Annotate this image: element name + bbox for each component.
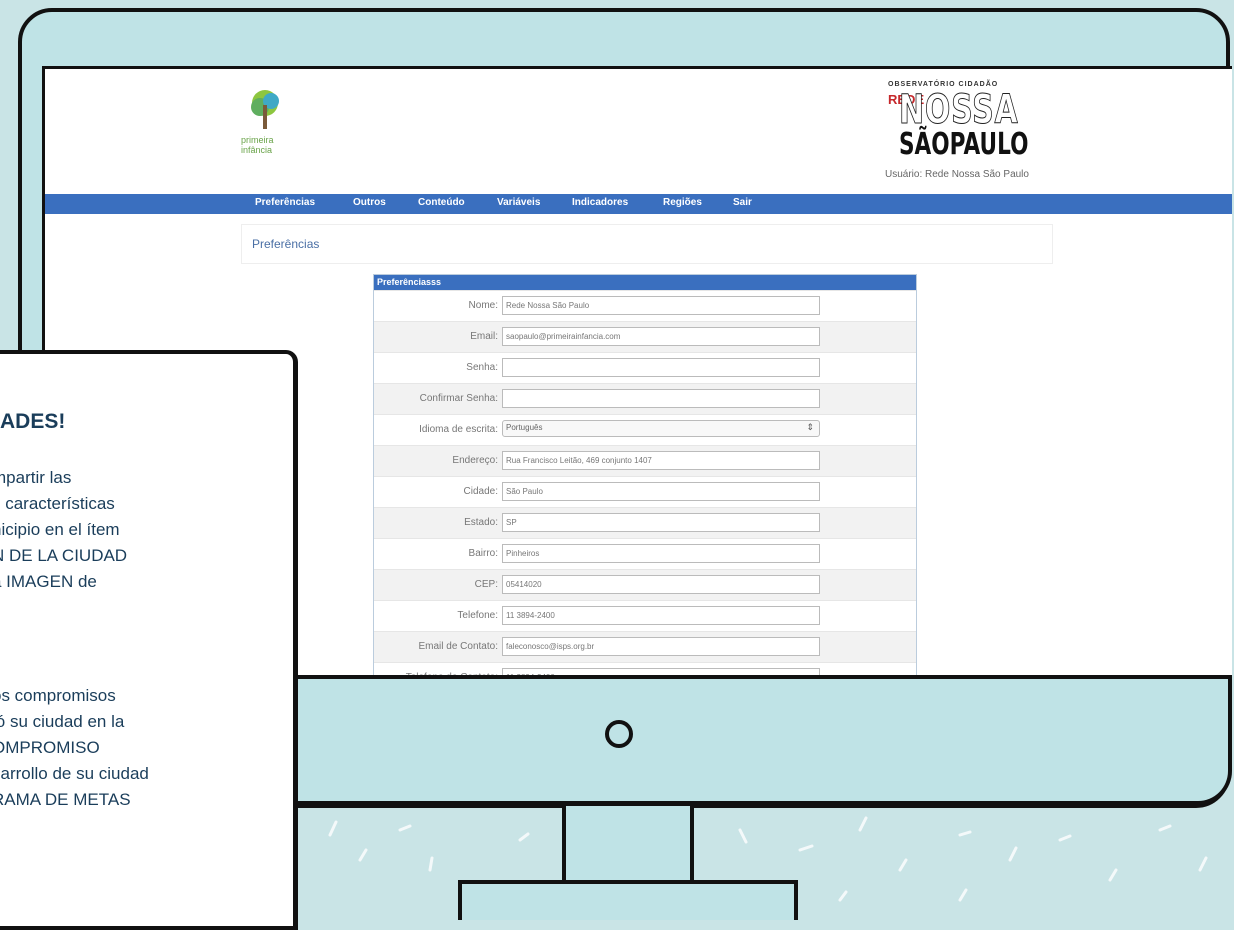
- logo-line-2: infância: [241, 145, 273, 155]
- label-idioma: Idioma de escrita:: [419, 424, 498, 435]
- form-row-cidade: Cidade: São Paulo: [374, 476, 916, 507]
- callout-line: nicipio en el ítem: [0, 520, 120, 539]
- label-endereco: Endereço:: [452, 455, 498, 466]
- logo-sao-paulo: SÃOPAULO: [899, 127, 1029, 162]
- breadcrumb[interactable]: Preferências: [252, 237, 319, 251]
- callout-line: ió su ciudad en la: [0, 712, 125, 731]
- form-row-telefone: Telefone: 11 3894-2400: [374, 600, 916, 631]
- form-row-endereco: Endereço: Rua Francisco Leitão, 469 conj…: [374, 445, 916, 476]
- input-estado[interactable]: SP: [502, 513, 820, 532]
- callout-line: OMPROMISO: [0, 738, 100, 757]
- label-bairro: Bairro:: [468, 548, 498, 559]
- form-row-email-contato: Email de Contato: faleconosco@isps.org.b…: [374, 631, 916, 662]
- preferences-form: Preferênciasss Nome: Rede Nossa São Paul…: [373, 274, 917, 686]
- input-senha[interactable]: [502, 358, 820, 377]
- form-row-bairro: Bairro: Pinheiros: [374, 538, 916, 569]
- form-row-cep: CEP: 05414020: [374, 569, 916, 600]
- nav-outros[interactable]: Outros: [353, 197, 386, 208]
- main-nav: Preferências Outros Conteúdo Variáveis I…: [45, 194, 1232, 214]
- label-cep: CEP:: [474, 579, 498, 590]
- label-senha: Senha:: [466, 362, 498, 373]
- label-estado: Estado:: [464, 517, 498, 528]
- input-cep[interactable]: 05414020: [502, 575, 820, 594]
- monitor-chin: [292, 675, 1232, 805]
- logo-text: primeira infância: [241, 135, 274, 155]
- form-row-email: Email: saopaulo@primeirainfancia.com: [374, 321, 916, 352]
- nav-variaveis[interactable]: Variáveis: [497, 197, 540, 208]
- primeira-infancia-logo[interactable]: primeira infância: [241, 89, 301, 169]
- callout-line: RAMA DE METAS: [0, 790, 131, 809]
- label-telefone: Telefone:: [457, 610, 498, 621]
- breadcrumb-box: Preferências: [241, 224, 1053, 264]
- callout-line: s características: [0, 494, 115, 513]
- nav-regioes[interactable]: Regiões: [663, 197, 702, 208]
- callout-title: ADES!: [0, 410, 66, 433]
- nav-indicadores[interactable]: Indicadores: [572, 197, 628, 208]
- input-endereco[interactable]: Rua Francisco Leitão, 469 conjunto 1407: [502, 451, 820, 470]
- input-cidade[interactable]: São Paulo: [502, 482, 820, 501]
- nav-preferencias[interactable]: Preferências: [255, 197, 315, 208]
- form-row-senha: Senha:: [374, 352, 916, 383]
- logo-rede: REDE: [888, 92, 925, 107]
- nav-conteudo[interactable]: Conteúdo: [418, 197, 465, 208]
- label-confirmar-senha: Confirmar Senha:: [419, 393, 498, 404]
- form-row-idioma: Idioma de escrita: Português ⇕: [374, 414, 916, 445]
- label-email-contato: Email de Contato:: [418, 641, 499, 652]
- callout-line: os compromisos: [0, 686, 116, 705]
- form-row-confirmar-senha: Confirmar Senha:: [374, 383, 916, 414]
- user-label: Usuário: Rede Nossa São Paulo: [885, 169, 1029, 180]
- form-row-estado: Estado: SP: [374, 507, 916, 538]
- monitor-stand-base: [458, 880, 798, 920]
- input-email-contato[interactable]: faleconosco@isps.org.br: [502, 637, 820, 656]
- input-nome[interactable]: Rede Nossa São Paulo: [502, 296, 820, 315]
- nav-sair[interactable]: Sair: [733, 197, 752, 208]
- callout-line: a IMAGEN de: [0, 572, 97, 591]
- input-telefone[interactable]: 11 3894-2400: [502, 606, 820, 625]
- select-arrow-icon: ⇕: [806, 422, 814, 432]
- input-confirmar-senha[interactable]: [502, 389, 820, 408]
- callout-line: sarrollo de su ciudad: [0, 764, 149, 783]
- info-callout: ADES! mpartir las s características nici…: [0, 350, 298, 930]
- label-cidade: Cidade:: [463, 486, 498, 497]
- input-bairro[interactable]: Pinheiros: [502, 544, 820, 563]
- tree-logo-icon: [251, 90, 279, 129]
- callout-line: mpartir las: [0, 468, 72, 487]
- input-email[interactable]: saopaulo@primeirainfancia.com: [502, 327, 820, 346]
- label-email: Email:: [470, 331, 498, 342]
- logo-line-1: primeira: [241, 135, 274, 145]
- form-title: Preferênciasss: [374, 275, 916, 290]
- callout-line: N DE LA CIUDAD: [0, 546, 128, 565]
- form-row-nome: Nome: Rede Nossa São Paulo: [374, 290, 916, 321]
- label-nome: Nome:: [468, 300, 498, 311]
- monitor-stand-neck: [562, 806, 694, 886]
- rede-nossa-sao-paulo-logo[interactable]: OBSERVATÓRIO CIDADÃO REDE NOSSA SÃOPAULO…: [885, 81, 1105, 191]
- power-button-icon: [605, 720, 633, 748]
- select-idioma[interactable]: Português ⇕: [502, 420, 820, 437]
- select-idioma-value: Português: [506, 423, 543, 432]
